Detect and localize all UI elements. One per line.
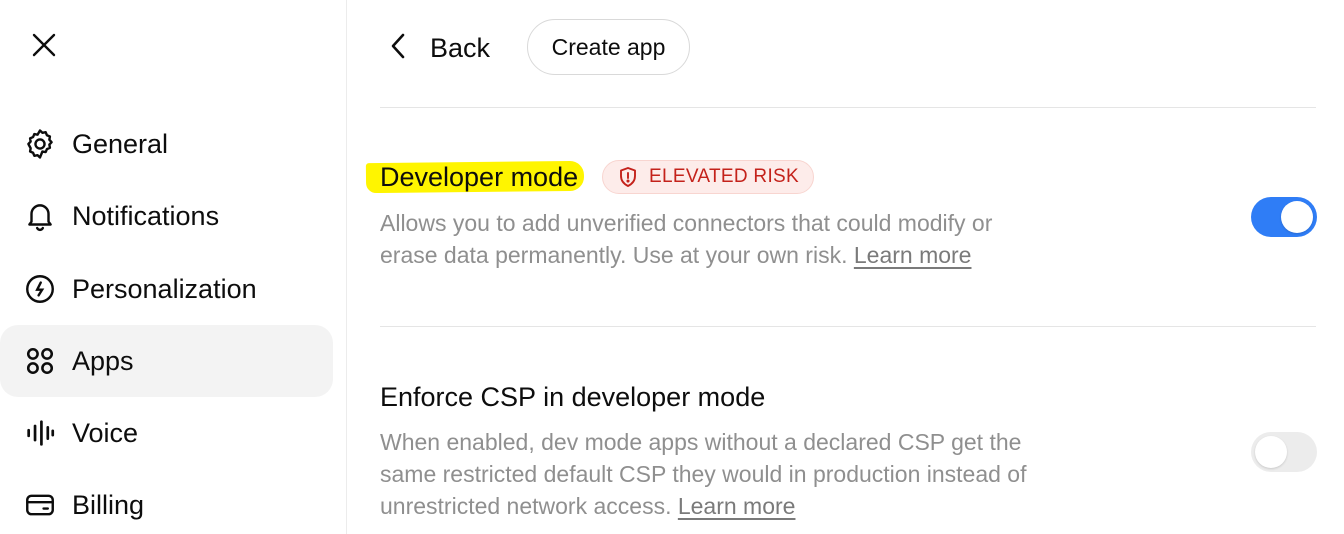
settings-window: General Notifications Personalization Ap… [0, 0, 1344, 534]
back-button[interactable]: Back [388, 22, 490, 74]
create-app-button[interactable]: Create app [527, 19, 690, 75]
header-divider [380, 107, 1316, 108]
enforce-csp-description: When enabled, dev mode apps without a de… [380, 426, 1040, 522]
sidebar-item-label: General [72, 128, 169, 159]
sidebar-item-label: Personalization [72, 273, 257, 304]
gear-icon [22, 126, 58, 162]
enforce-csp-toggle[interactable] [1251, 432, 1317, 472]
voice-wave-icon [22, 415, 58, 451]
sidebar-item-notifications[interactable]: Notifications [0, 180, 333, 252]
bell-icon [22, 198, 58, 234]
risk-badge-label: ELEVATED RISK [649, 166, 799, 187]
sidebar-item-voice[interactable]: Voice [0, 397, 333, 469]
sidebar-item-apps[interactable]: Apps [0, 325, 333, 397]
close-icon [31, 32, 57, 63]
sidebar-item-label: Voice [72, 417, 139, 448]
sidebar-item-billing[interactable]: Billing [0, 469, 333, 534]
enforce-csp-learn-more-link[interactable]: Learn more [678, 493, 796, 519]
card-icon [22, 487, 58, 523]
toggle-knob [1255, 436, 1287, 468]
sidebar-item-general[interactable]: General [0, 108, 333, 180]
sidebar-item-personalization[interactable]: Personalization [0, 253, 333, 325]
personalization-icon [22, 271, 58, 307]
apps-grid-icon [22, 343, 58, 379]
developer-mode-description: Allows you to add unverified connectors … [380, 207, 1040, 271]
settings-sidebar: General Notifications Personalization Ap… [0, 0, 347, 534]
developer-mode-title: Developer mode [380, 162, 579, 192]
elevated-risk-badge: ELEVATED RISK [602, 160, 814, 194]
settings-divider [380, 326, 1316, 327]
close-button[interactable] [24, 27, 64, 67]
toggle-knob [1281, 201, 1313, 233]
sidebar-item-label: Notifications [72, 200, 220, 231]
sidebar-item-label: Apps [72, 345, 134, 376]
developer-mode-learn-more-link[interactable]: Learn more [854, 242, 972, 268]
chevron-left-icon [388, 32, 408, 65]
enforce-csp-title: Enforce CSP in developer mode [380, 382, 766, 412]
developer-mode-toggle[interactable] [1251, 197, 1317, 237]
back-label: Back [430, 32, 491, 63]
sidebar-item-label: Billing [72, 489, 145, 520]
shield-alert-icon [617, 166, 639, 188]
